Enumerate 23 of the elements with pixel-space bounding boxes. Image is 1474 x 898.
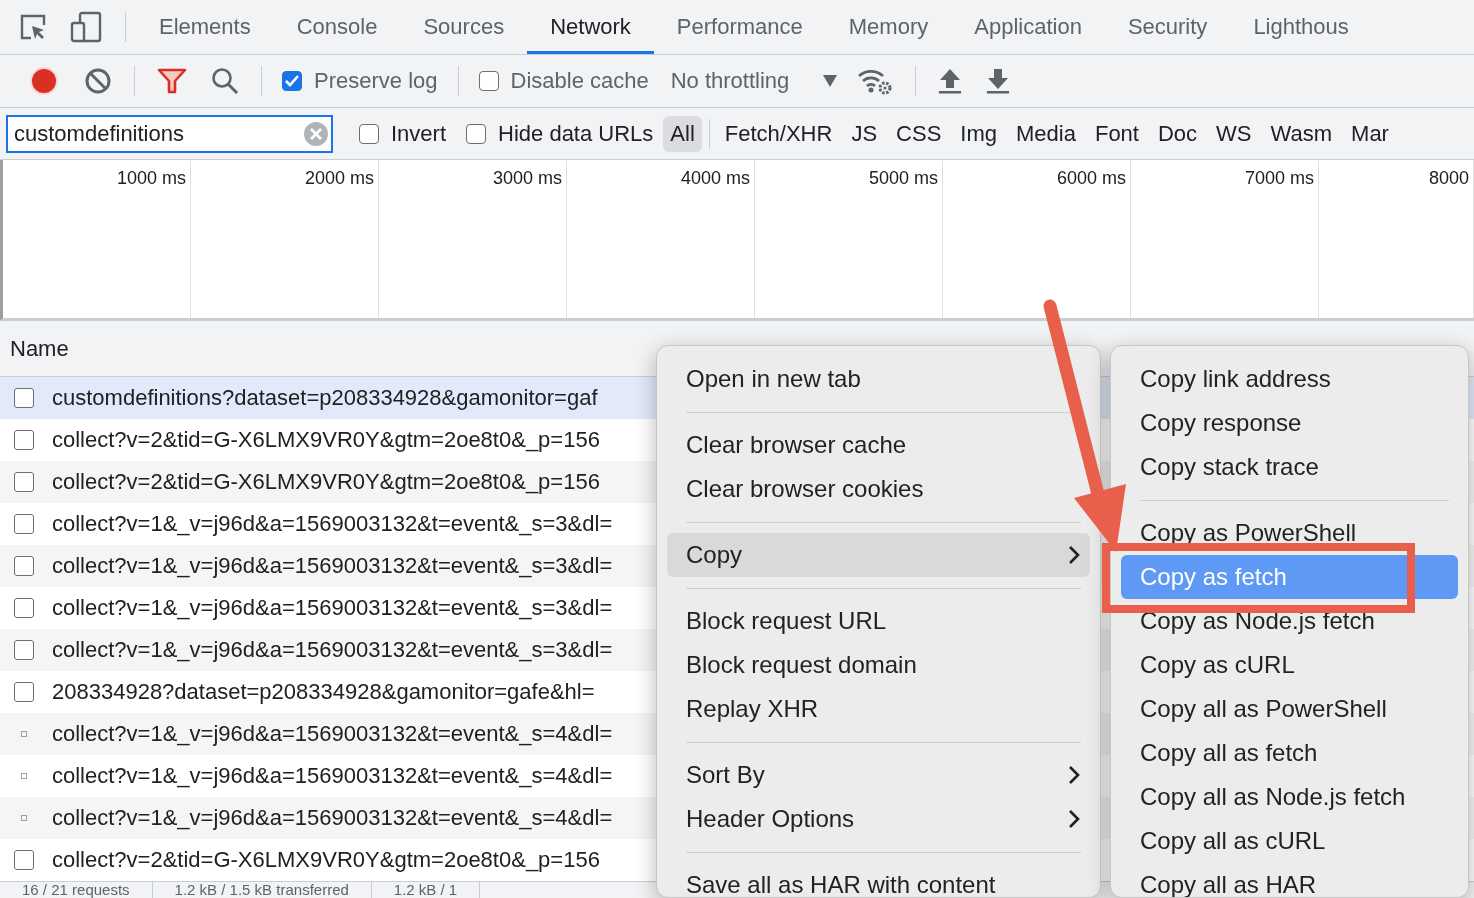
timeline-tick-label: 6000 ms — [1056, 168, 1126, 189]
request-name: customdefinitions?dataset=p208334928&gamonitor=gaf — [52, 385, 598, 411]
status-text: 16 / 21 requests — [0, 882, 153, 898]
request-name: collect?v=1&_v=j96d&a=1569003132&t=event&_s=3&dl= — [52, 511, 613, 537]
request-name: collect?v=1&_v=j96d&a=1569003132&t=event&_s=4&dl= — [52, 721, 613, 747]
timeline-tick-label: 3000 ms — [492, 168, 562, 189]
timeline-tick-label: 7000 ms — [1244, 168, 1314, 189]
status-text: 1.2 kB / 1 — [371, 882, 481, 898]
timeline-tick-label: 4000 ms — [680, 168, 750, 189]
request-name: collect?v=2&tid=G-X6LMX9VR0Y&gtm=2oe8t0&_p=156 — [52, 469, 600, 495]
request-name: collect?v=1&_v=j96d&a=1569003132&t=event&_s=4&dl= — [52, 763, 613, 789]
request-name: collect?v=1&_v=j96d&a=1569003132&t=event&_s=3&dl= — [52, 637, 613, 663]
request-name: collect?v=2&tid=G-X6LMX9VR0Y&gtm=2oe8t0&_p=156 — [52, 847, 600, 873]
request-name: collect?v=2&tid=G-X6LMX9VR0Y&gtm=2oe8t0&_p=156 — [52, 427, 600, 453]
request-name: collect?v=1&_v=j96d&a=1569003132&t=event&_s=3&dl= — [52, 595, 613, 621]
request-name: collect?v=1&_v=j96d&a=1569003132&t=event&_s=3&dl= — [52, 553, 613, 579]
status-text: 1.2 kB / 1.5 kB transferred — [152, 882, 372, 898]
request-name: 208334928?dataset=p208334928&gamonitor=gafe&hl= — [52, 679, 595, 705]
request-name: collect?v=1&_v=j96d&a=1569003132&t=event&_s=4&dl= — [52, 805, 613, 831]
timeline-tick-label: 8000 — [1428, 168, 1469, 189]
timeline-tick-label: 5000 ms — [868, 168, 938, 189]
timeline-tick-label: 2000 ms — [304, 168, 374, 189]
timeline-tick-label: 1000 ms — [116, 168, 186, 189]
